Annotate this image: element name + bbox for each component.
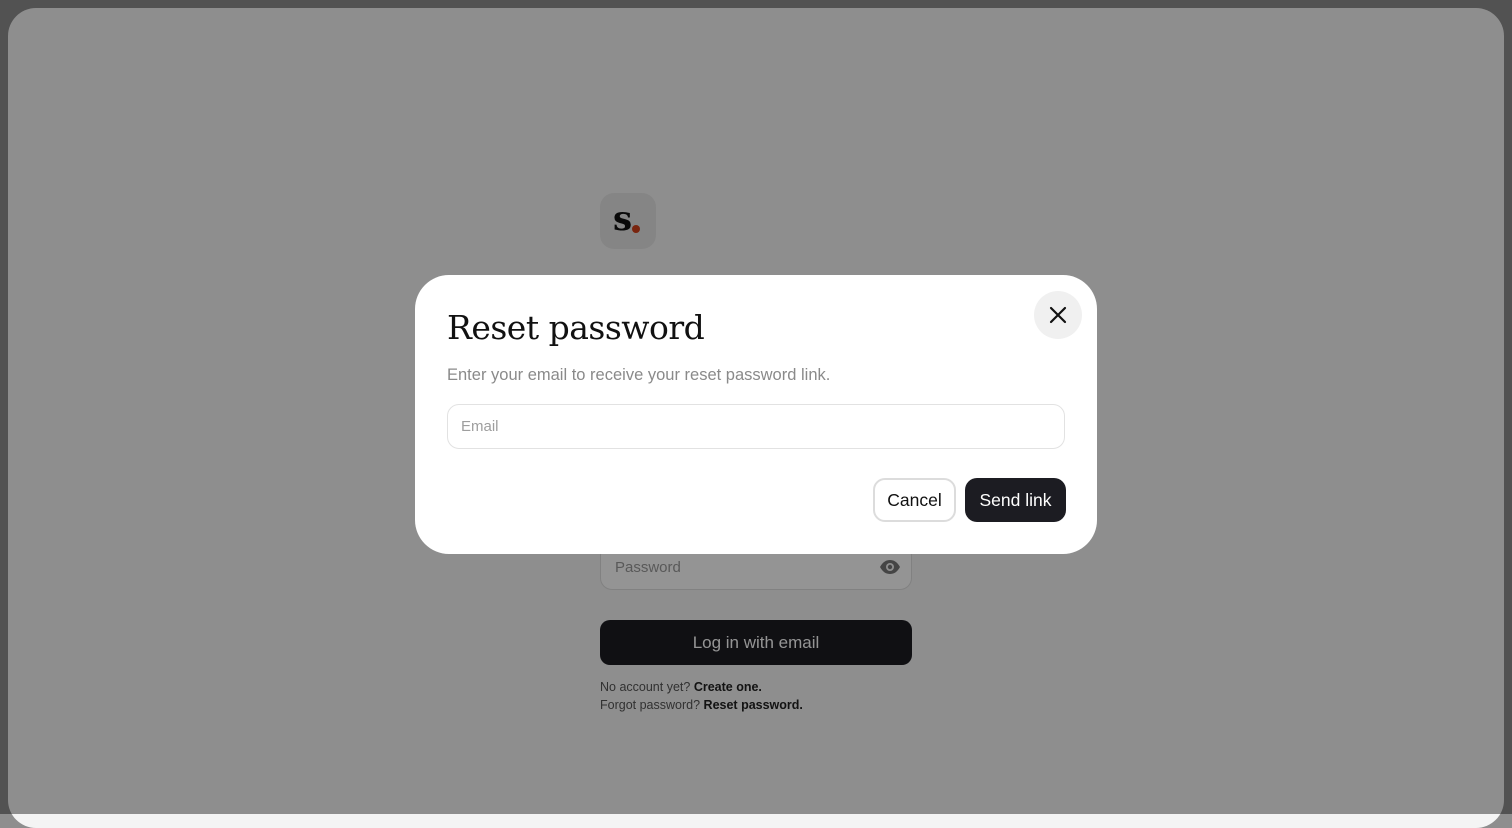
modal-description: Enter your email to receive your reset p… bbox=[447, 366, 831, 384]
send-link-button[interactable]: Send link bbox=[965, 478, 1066, 522]
cancel-button[interactable]: Cancel bbox=[873, 478, 956, 522]
close-icon bbox=[1049, 306, 1067, 324]
email-input[interactable] bbox=[447, 404, 1065, 449]
close-button[interactable] bbox=[1034, 291, 1082, 339]
reset-password-modal: Reset password Enter your email to recei… bbox=[415, 275, 1097, 554]
modal-title: Reset password bbox=[447, 308, 705, 347]
